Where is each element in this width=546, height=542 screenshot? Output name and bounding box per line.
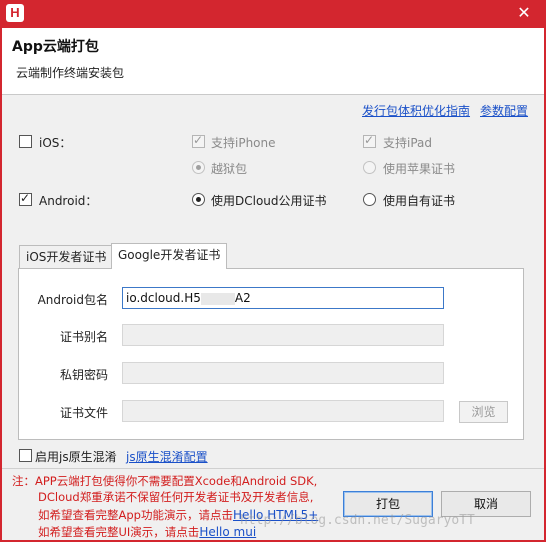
private-key-password-label: 私钥密码 <box>59 368 108 382</box>
own-cert-label: 使用自有证书 <box>383 194 456 208</box>
cert-alias-input[interactable] <box>122 324 444 346</box>
redacted-mask <box>200 292 235 305</box>
jailbreak-radio[interactable] <box>192 161 205 174</box>
param-config-link[interactable]: 参数配置 <box>480 102 528 119</box>
android-checkbox[interactable] <box>19 191 32 206</box>
private-key-password-input[interactable] <box>122 362 444 384</box>
jailbreak-label: 越狱包 <box>211 162 248 176</box>
close-icon[interactable]: ✕ <box>510 2 538 24</box>
android-label: Android： <box>39 194 98 208</box>
note-line-4-text: 如希望查看完整UI演示，请点击 <box>38 525 200 539</box>
title-bar: H ✕ <box>0 0 546 28</box>
note-line-3-text: 如希望查看完整App功能演示，请点击 <box>38 508 233 522</box>
cert-file-input[interactable] <box>122 400 444 422</box>
tab-google-cert[interactable]: Google开发者证书 <box>111 243 228 269</box>
dialog-subtitle: 云端制作终端安装包 <box>16 66 125 80</box>
ios-checkbox[interactable] <box>19 135 32 148</box>
divider <box>2 468 544 469</box>
dialog-title: App云端打包 <box>12 39 99 55</box>
dialog-header: App云端打包 云端制作终端安装包 <box>2 28 544 95</box>
dcloud-cert-radio[interactable] <box>192 193 205 206</box>
support-ipad-checkbox[interactable] <box>363 133 376 148</box>
js-obfuscate-label: 启用js原生混淆 <box>35 450 117 464</box>
note-line-4: 如希望查看完整UI演示，请点击Hello mui <box>38 524 256 540</box>
apple-cert-radio[interactable] <box>363 161 376 174</box>
cert-file-label: 证书文件 <box>59 406 108 420</box>
support-ipad-label: 支持iPad <box>383 136 433 150</box>
js-obfuscate-checkbox[interactable] <box>19 449 32 462</box>
js-obfuscate-config-link[interactable]: js原生混淆配置 <box>126 448 208 465</box>
own-cert-radio[interactable] <box>363 193 376 206</box>
note-line-1: 注：APP云端打包使得你不需要配置Xcode和Android SDK, <box>12 474 318 488</box>
package-name-input[interactable]: io.dcloud.H5 A2 <box>122 287 444 309</box>
package-name-label: Android包名 <box>37 293 108 307</box>
ios-label: iOS： <box>39 136 72 150</box>
browse-button[interactable]: 浏览 <box>459 401 508 423</box>
cert-alias-label: 证书别名 <box>59 330 108 344</box>
tab-ios-cert[interactable]: iOS开发者证书 <box>19 245 114 269</box>
dcloud-cert-label: 使用DCloud公用证书 <box>211 194 327 208</box>
package-name-suffix: A2 <box>234 291 251 305</box>
support-iphone-checkbox[interactable] <box>192 133 205 148</box>
apple-cert-label: 使用苹果证书 <box>383 162 456 176</box>
watermark: http://blog.csdn.net/SugaryoTT <box>240 513 475 528</box>
optimize-guide-link[interactable]: 发行包体积优化指南 <box>362 102 470 119</box>
package-name-prefix: io.dcloud.H5 <box>126 291 201 305</box>
hbuilder-logo-icon: H <box>6 4 24 22</box>
support-iphone-label: 支持iPhone <box>211 136 276 150</box>
note-line-2: DCloud郑重承诺不保留任何开发者证书及开发者信息, <box>38 490 314 504</box>
